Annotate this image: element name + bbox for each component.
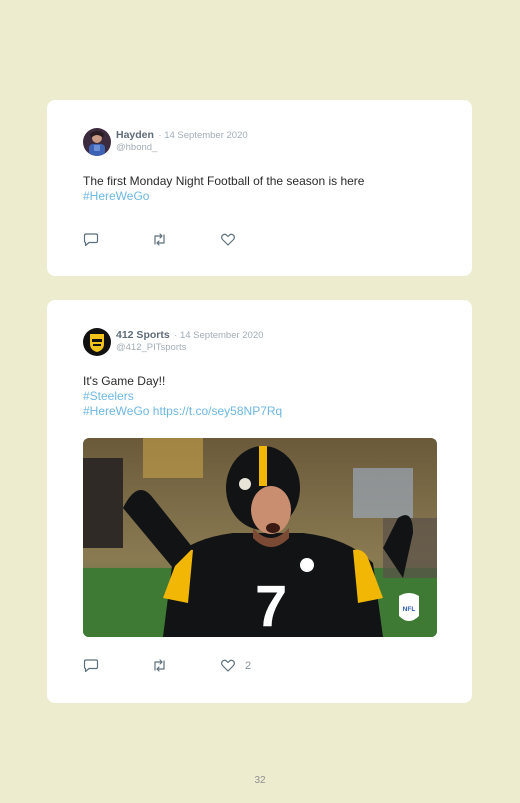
tweet-card: 412 Sports · 14 September 2020 @412_PITs…: [47, 300, 472, 703]
retweet-icon: [151, 658, 168, 673]
like-count: 2: [245, 659, 252, 672]
tweet-header: Hayden · 14 September 2020 @hbond_: [83, 128, 248, 156]
tweet-actions: [83, 232, 245, 247]
retweet-icon: [151, 232, 168, 247]
reply-button[interactable]: [83, 658, 99, 673]
tweet-date: · 14 September 2020: [174, 330, 264, 341]
tweet-date: · 14 September 2020: [158, 130, 248, 141]
hashtag-link[interactable]: #Steelers: [83, 389, 282, 404]
like-icon: [220, 658, 236, 673]
tweet-text-line: The first Monday Night Football of the s…: [83, 174, 365, 188]
nfl-logo: NFL: [403, 606, 416, 613]
like-button[interactable]: 2: [220, 658, 251, 673]
like-button[interactable]: [220, 232, 245, 247]
tweet-media-image[interactable]: 7 NFL: [83, 438, 437, 637]
author-name[interactable]: Hayden: [116, 129, 154, 141]
reply-icon: [83, 658, 99, 673]
hashtag-url-link[interactable]: #HereWeGo https://t.co/sey58NP7Rq: [83, 404, 282, 419]
jersey-number: 7: [255, 574, 287, 637]
tweet-header: 412 Sports · 14 September 2020 @412_PITs…: [83, 328, 263, 356]
like-icon: [220, 232, 236, 247]
retweet-button[interactable]: [151, 658, 168, 673]
tweet-card: Hayden · 14 September 2020 @hbond_ The f…: [47, 100, 472, 276]
hashtag-link[interactable]: #HereWeGo: [83, 189, 364, 204]
retweet-button[interactable]: [151, 232, 168, 247]
reply-icon: [83, 232, 99, 247]
author-name[interactable]: 412 Sports: [116, 329, 170, 341]
tweet-actions: 2: [83, 658, 251, 673]
tweet-text: It's Game Day!! #Steelers #HereWeGo http…: [83, 374, 282, 419]
page-number: 32: [254, 775, 266, 786]
tweet-text-line: It's Game Day!!: [83, 374, 166, 388]
tweet-text: The first Monday Night Football of the s…: [83, 174, 364, 204]
reply-button[interactable]: [83, 232, 99, 247]
avatar[interactable]: [83, 328, 111, 356]
avatar[interactable]: [83, 128, 111, 156]
author-handle[interactable]: @412_PITsports: [116, 342, 263, 354]
author-handle[interactable]: @hbond_: [116, 142, 248, 154]
